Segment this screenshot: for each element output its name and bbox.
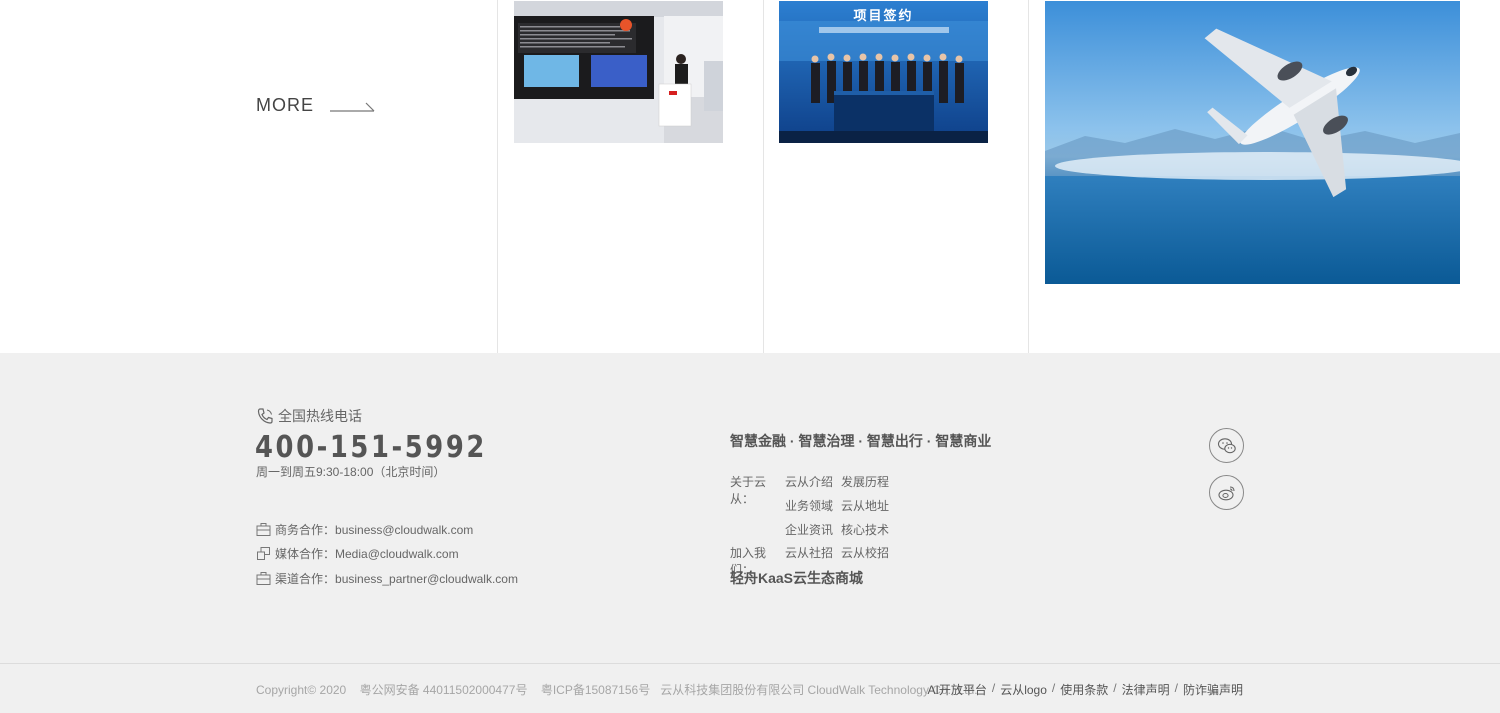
more-label: MORE [256, 95, 314, 115]
contact-email-link[interactable]: business_partner@cloudwalk.com [335, 572, 518, 586]
wechat-icon [1217, 437, 1236, 453]
legal-link-logo[interactable]: 云从logo [1000, 681, 1047, 698]
weibo-button[interactable] [1209, 475, 1244, 510]
legal-link-legal-notice[interactable]: 法律声明 [1122, 681, 1170, 698]
contact-label: 商务合作： [275, 523, 336, 537]
contact-email-link[interactable]: business@cloudwalk.com [335, 523, 473, 537]
footer-link-business[interactable]: 业务领域 [785, 497, 833, 514]
legal-separator: / [1113, 681, 1117, 695]
more-link[interactable]: MORE [256, 95, 376, 116]
contact-label: 渠道合作： [275, 572, 336, 586]
site-footer: 全国热线电话 400-151-5992 周一到周五9:30-18:00（北京时间… [0, 353, 1500, 713]
contact-channel: 渠道合作： business_partner@cloudwalk.com [256, 570, 518, 587]
legal-link-ai-platform[interactable]: AI开放平台 [928, 681, 987, 698]
briefcase-icon [256, 523, 271, 536]
legal-link-anti-fraud[interactable]: 防诈骗声明 [1183, 681, 1243, 698]
column-divider [1028, 0, 1029, 353]
hotline-title: 全国热线电话 [278, 408, 362, 424]
phone-icon [257, 408, 273, 424]
column-divider [763, 0, 764, 353]
legal-links: AI开放平台 / 云从logo / 使用条款 / 法律声明 / 防诈骗声明 [928, 681, 1243, 698]
news-image-signing[interactable]: 项目签约 [779, 1, 988, 143]
wechat-button[interactable] [1209, 428, 1244, 463]
media-icon [257, 547, 270, 560]
contact-business: 商务合作： business@cloudwalk.com [256, 521, 473, 538]
footer-links-row3: 企业资讯 核心技术 [730, 521, 897, 538]
icp-record[interactable]: 粤ICP备15087156号 [541, 683, 650, 697]
contact-media: 媒体合作： Media@cloudwalk.com [256, 545, 459, 562]
signing-banner-title: 项目签约 [853, 9, 914, 24]
hotline-hours: 周一到周五9:30-18:00（北京时间） [256, 465, 446, 479]
legal-separator: / [991, 681, 996, 695]
airplane-photo [1045, 1, 1460, 284]
footer-link-news[interactable]: 企业资讯 [785, 521, 833, 538]
hotline-heading: 全国热线电话 [256, 406, 362, 426]
footer-links-row2: 业务领域 云从地址 [730, 497, 897, 514]
footer-divider [0, 663, 1500, 664]
contact-label: 媒体合作： [275, 547, 336, 561]
news-image-presentation[interactable] [514, 1, 723, 143]
copyright-text: Copyright© 2020 [256, 683, 347, 697]
footer-link-kaas[interactable]: 轻舟KaaS云生态商城 [730, 568, 863, 588]
hotline-number[interactable]: 400-151-5992 [255, 430, 487, 465]
contact-email-link[interactable]: Media@cloudwalk.com [335, 547, 459, 561]
copyright-bar: Copyright© 2020 粤公网安备 44011502000477号 粤I… [256, 681, 988, 698]
police-record[interactable]: 粤公网安备 44011502000477号 [360, 683, 528, 697]
legal-separator: / [1174, 681, 1178, 695]
legal-separator: / [1051, 681, 1056, 695]
arrow-right-icon [330, 102, 375, 112]
footer-link-tech[interactable]: 核心技术 [841, 521, 889, 538]
briefcase-icon [256, 572, 271, 585]
presentation-photo [514, 1, 723, 143]
column-divider [497, 0, 498, 353]
footer-link-address[interactable]: 云从地址 [841, 497, 889, 514]
news-image-airplane[interactable] [1045, 1, 1460, 284]
weibo-icon [1217, 485, 1235, 500]
legal-link-terms[interactable]: 使用条款 [1060, 681, 1108, 698]
footer-slogan: 智慧金融 · 智慧治理 · 智慧出行 · 智慧商业 [730, 433, 992, 449]
news-section: MORE 项目签约 [0, 0, 1500, 353]
